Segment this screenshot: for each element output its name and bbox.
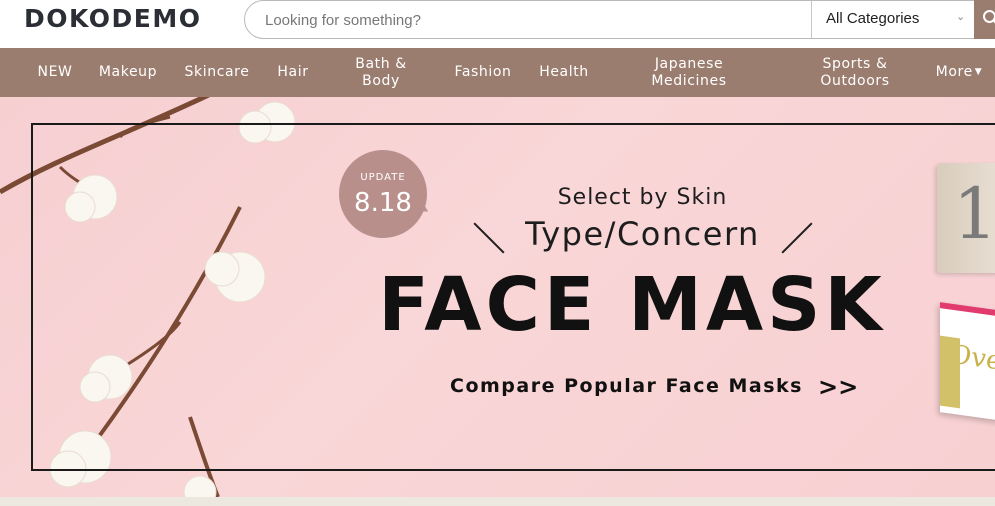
banner-cta-text[interactable]: Compare Popular Face Masks: [450, 375, 803, 397]
category-select[interactable]: All Categories ⌄: [811, 1, 975, 38]
product-image-box: 1: [937, 163, 995, 273]
category-nav: NEW Makeup Skincare Hair Bath & Body Fas…: [0, 48, 995, 97]
nav-item-more-label: More: [935, 64, 973, 80]
badge-date: 8.18: [354, 188, 412, 218]
site-header: DOKODEMO All Categories ⌄: [0, 0, 995, 48]
nav-item-fashion[interactable]: Fashion: [444, 48, 522, 97]
banner-title: FACE MASK: [378, 262, 886, 348]
hero-banner[interactable]: UPDATE 8.18 Select by Skin Type/Concern …: [0, 97, 995, 497]
nav-item-health[interactable]: Health: [530, 48, 598, 97]
nav-item-more[interactable]: More ▼: [928, 48, 990, 97]
chevron-down-icon: ⌄: [956, 10, 966, 23]
site-logo[interactable]: DOKODEMO: [24, 4, 201, 33]
double-arrow-icon[interactable]: >>: [818, 373, 858, 401]
search-icon: [983, 10, 995, 24]
banner-subtitle-2: Type/Concern: [525, 215, 760, 253]
product-box-numeral: 1: [953, 173, 995, 255]
search-button[interactable]: [974, 0, 995, 39]
badge-label: UPDATE: [360, 172, 406, 183]
search-bar: All Categories ⌄: [244, 0, 995, 39]
nav-item-bath-body[interactable]: Bath & Body: [343, 48, 419, 97]
nav-item-makeup[interactable]: Makeup: [92, 48, 164, 97]
nav-item-skincare[interactable]: Skincare: [176, 48, 258, 97]
search-input[interactable]: [265, 10, 785, 30]
bottom-strip: [0, 497, 995, 506]
caret-down-icon: ▼: [974, 67, 983, 77]
product-pack-gold-band: [940, 335, 960, 409]
nav-item-new[interactable]: NEW: [28, 48, 82, 97]
update-badge: UPDATE 8.18: [339, 150, 427, 238]
banner-subtitle: Select by Skin: [557, 185, 728, 210]
nav-item-hair[interactable]: Hair: [268, 48, 318, 97]
nav-item-sports-outdoors[interactable]: Sports & Outdoors: [800, 48, 910, 97]
category-select-label: All Categories: [826, 10, 920, 27]
nav-item-japanese-medicines[interactable]: Japanese Medicines: [634, 48, 744, 97]
